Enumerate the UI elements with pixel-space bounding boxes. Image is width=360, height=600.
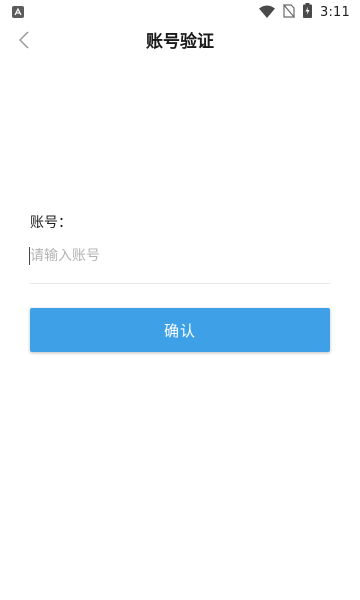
account-input[interactable]	[30, 242, 330, 270]
account-label: 账号：	[30, 215, 72, 231]
status-bar-right: 3:11	[259, 2, 350, 22]
status-bar-left	[12, 6, 24, 18]
text-cursor	[29, 247, 30, 265]
notification-app-icon	[12, 6, 24, 18]
account-verification-screen: 3:11 账号验证 账号： 确认	[0, 0, 360, 600]
battery-charging-icon	[303, 2, 312, 22]
confirm-button[interactable]: 确认	[30, 308, 330, 352]
status-time: 3:11	[320, 4, 350, 20]
title-bar: 账号验证	[0, 24, 360, 60]
page-title: 账号验证	[146, 32, 214, 52]
no-sim-icon	[283, 3, 295, 22]
status-bar: 3:11	[0, 0, 360, 24]
account-input-underline	[30, 283, 330, 284]
wifi-icon	[259, 3, 275, 22]
